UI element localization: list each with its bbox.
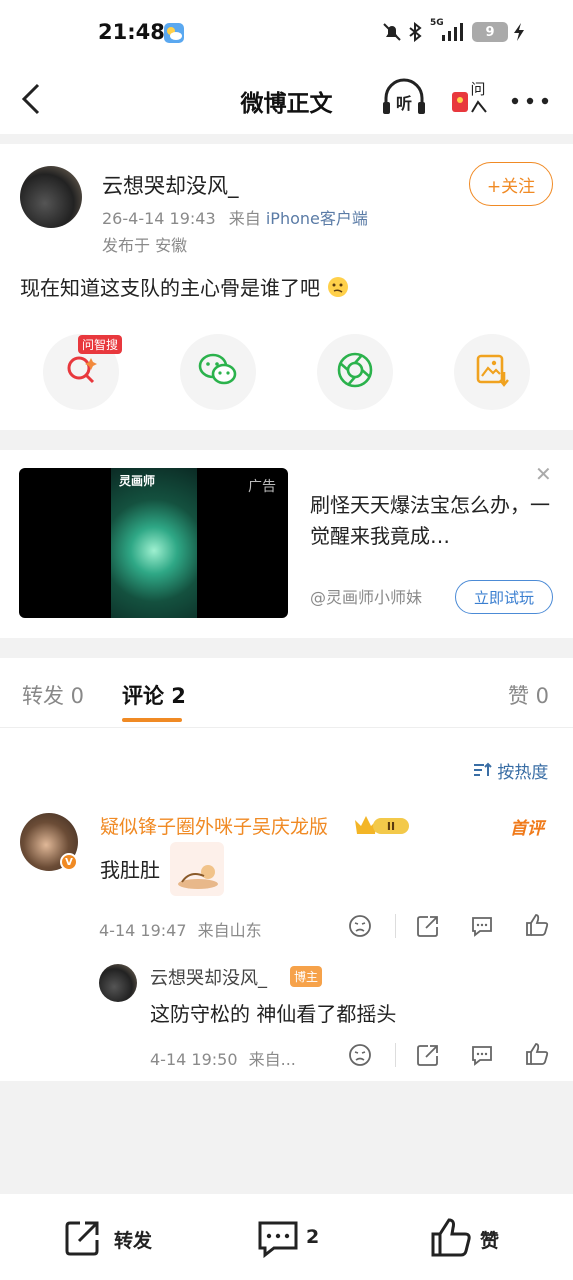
bottom-action-bar: 转发 2 赞 bbox=[0, 1194, 573, 1280]
author-name[interactable]: 云想哭却没风_ bbox=[102, 170, 239, 200]
post-text: 现在知道这支队的主心骨是谁了吧 bbox=[20, 272, 350, 304]
bluetooth-icon bbox=[408, 21, 422, 46]
tab-repost[interactable]: 转发 0 bbox=[22, 680, 84, 710]
repost-label: 转发 bbox=[114, 1230, 153, 1252]
ad-game-logo: 灵画师 bbox=[119, 474, 156, 488]
reply-icon[interactable] bbox=[470, 914, 494, 942]
ad-image[interactable]: 灵画师 广告 bbox=[19, 468, 288, 618]
ad-close-icon[interactable]: ✕ bbox=[535, 462, 552, 486]
mute-bell-icon bbox=[382, 22, 402, 46]
nav-bar: 微博正文 听 问 bbox=[0, 64, 573, 134]
more-icon[interactable] bbox=[510, 92, 550, 111]
reply-meta: 4-14 19:50 来自... bbox=[150, 1046, 296, 1070]
comment-text: 我肚肚 bbox=[100, 858, 160, 882]
post-location: 发布于 安徽 bbox=[102, 236, 188, 255]
moments-icon bbox=[336, 351, 374, 393]
thinking-emoji-icon bbox=[326, 275, 350, 304]
comment-list: 按热度 V 疑似锋子圈外咪子吴庆龙版 II 首评 我肚肚 4-14 19:47 … bbox=[0, 728, 573, 1081]
share-wechat-button[interactable] bbox=[180, 334, 256, 410]
reply-reply-icon[interactable] bbox=[470, 1043, 494, 1071]
reply-author-name[interactable]: 云想哭却没风_ bbox=[150, 964, 267, 990]
repost-button[interactable]: 转发 bbox=[58, 1214, 178, 1264]
weather-icon bbox=[163, 22, 185, 48]
ad-game-art: 灵画师 bbox=[111, 468, 197, 618]
reply-repost-icon[interactable] bbox=[416, 1043, 440, 1071]
ad-title[interactable]: 刷怪天天爆法宝怎么办，一觉醒来我竟成… bbox=[310, 490, 555, 552]
ad-tag: 广告 bbox=[248, 479, 276, 495]
post-from-prefix: 来自 bbox=[228, 209, 261, 228]
like-label: 赞 bbox=[480, 1230, 500, 1252]
sticker-image bbox=[170, 842, 224, 896]
status-bar: 21:48 5G 9 bbox=[0, 0, 573, 64]
sort-icon bbox=[472, 762, 497, 783]
first-comment-tag: 首评 bbox=[510, 819, 544, 839]
tab-like[interactable]: 赞 0 bbox=[508, 680, 549, 710]
reply-text: 这防守松的 神仙看了都摇头 bbox=[150, 1002, 397, 1026]
repost-icon bbox=[62, 1218, 102, 1262]
post-source[interactable]: iPhone客户端 bbox=[266, 209, 368, 228]
post-meta: 26-4-14 19:43 来自 iPhone客户端 bbox=[102, 205, 368, 229]
author-avatar[interactable] bbox=[20, 166, 82, 228]
like-comment-icon[interactable] bbox=[524, 912, 550, 942]
ad-play-button[interactable]: 立即试玩 bbox=[455, 580, 553, 614]
post-date: 26-4-14 19:43 bbox=[102, 209, 216, 228]
divider bbox=[395, 914, 396, 938]
post-text-body: 现在知道这支队的主心骨是谁了吧 bbox=[20, 276, 320, 300]
svg-text:听: 听 bbox=[396, 94, 412, 113]
reply-avatar[interactable] bbox=[99, 964, 137, 1002]
verified-icon: V bbox=[60, 853, 78, 871]
crown-level-icon: II bbox=[353, 812, 413, 842]
svg-text:问: 问 bbox=[470, 80, 485, 98]
comment-count: 2 bbox=[306, 1226, 320, 1248]
author-badge: 博主 bbox=[290, 966, 323, 987]
save-image-button[interactable] bbox=[454, 334, 530, 410]
clock: 21:48 bbox=[98, 20, 165, 44]
reply-time: 4-14 19:50 bbox=[150, 1050, 238, 1069]
comment-location: 来自山东 bbox=[197, 921, 262, 940]
repost-comment-icon[interactable] bbox=[416, 914, 440, 942]
save-image-icon bbox=[474, 352, 510, 392]
sort-label: 按热度 bbox=[497, 763, 549, 783]
share-moments-button[interactable] bbox=[317, 334, 393, 410]
ai-search-icon bbox=[63, 352, 99, 392]
reply-like-icon[interactable] bbox=[524, 1041, 550, 1071]
comment-icon bbox=[256, 1218, 300, 1262]
comment-meta: 4-14 19:47 来自山东 bbox=[99, 917, 262, 941]
ai-search-badge: 问智搜 bbox=[78, 335, 123, 354]
post-card: 云想哭却没风_ 26-4-14 19:43 来自 iPhone客户端 发布于 安… bbox=[0, 144, 573, 430]
tab-active-indicator bbox=[122, 718, 182, 722]
wechat-icon bbox=[197, 351, 239, 393]
follow-button[interactable]: +关注 bbox=[469, 162, 553, 206]
sort-button[interactable]: 按热度 bbox=[472, 758, 548, 783]
ad-card[interactable]: 灵画师 广告 ✕ 刷怪天天爆法宝怎么办，一觉醒来我竟成… @灵画师小师妹 立即试… bbox=[0, 450, 573, 638]
signal-icon bbox=[440, 22, 464, 46]
commenter-name[interactable]: 疑似锋子圈外咪子吴庆龙版 bbox=[100, 812, 328, 839]
comment-button[interactable]: 2 bbox=[254, 1214, 354, 1264]
post-tabs: 转发 0 评论 2 赞 0 bbox=[0, 658, 573, 728]
like-button[interactable]: 赞 bbox=[428, 1214, 528, 1264]
charging-icon bbox=[512, 22, 526, 46]
tab-comment[interactable]: 评论 2 bbox=[122, 680, 186, 710]
reply-location: 来自... bbox=[248, 1050, 296, 1069]
like-icon bbox=[430, 1216, 472, 1262]
reply-dislike-icon[interactable] bbox=[348, 1043, 372, 1071]
ad-account[interactable]: @灵画师小师妹 bbox=[310, 584, 422, 608]
divider bbox=[395, 1043, 396, 1067]
ask-redpacket-icon[interactable]: 问 bbox=[448, 78, 492, 124]
comment-time: 4-14 19:47 bbox=[99, 921, 187, 940]
listen-icon[interactable]: 听 bbox=[380, 78, 428, 122]
dislike-icon[interactable] bbox=[348, 914, 372, 942]
battery-icon: 9 bbox=[472, 22, 508, 42]
svg-text:II: II bbox=[387, 820, 395, 833]
